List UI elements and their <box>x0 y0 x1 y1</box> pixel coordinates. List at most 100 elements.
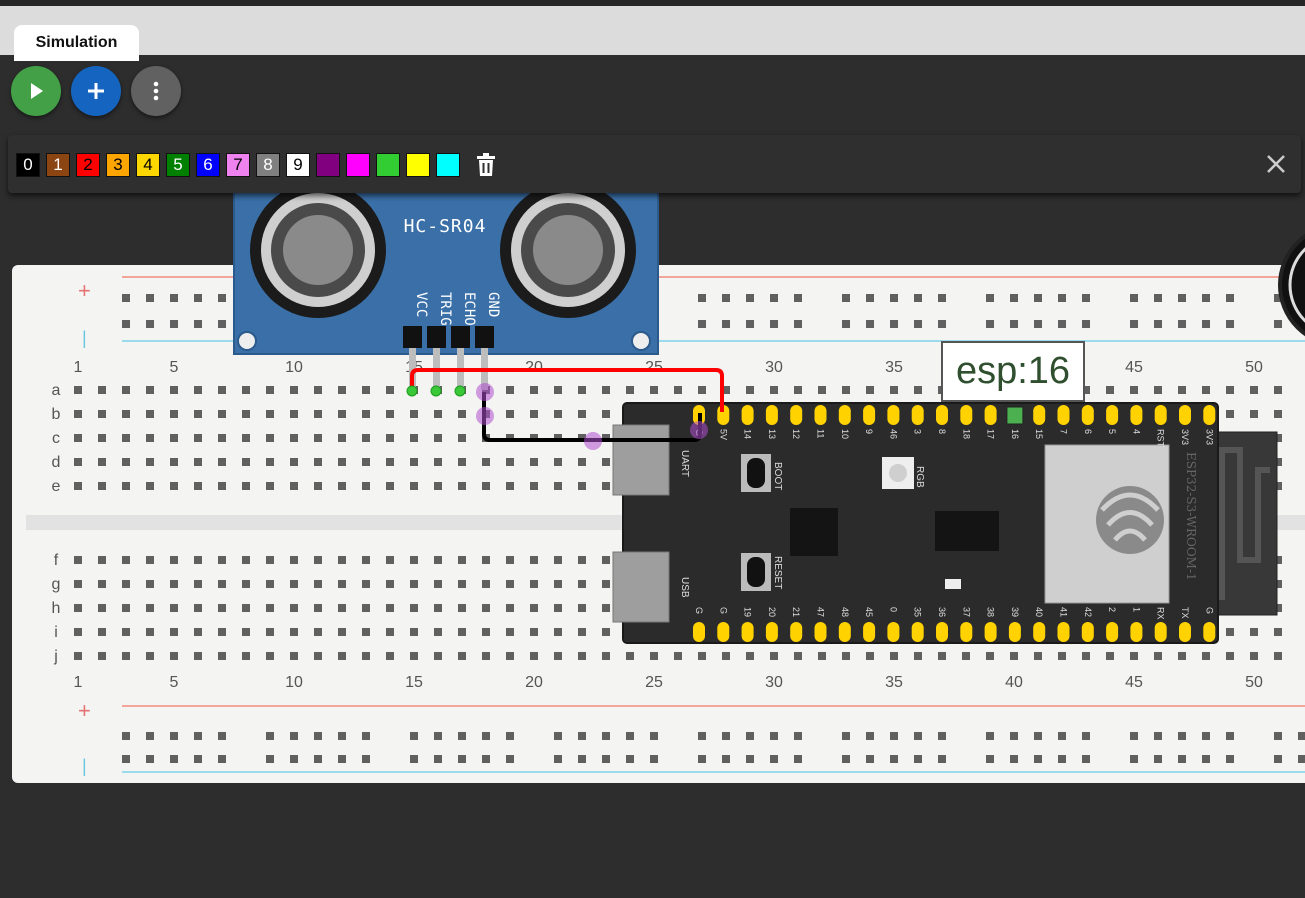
column-number: 20 <box>525 359 543 376</box>
esp-pin[interactable] <box>1057 622 1070 642</box>
terminal-hole <box>434 482 442 490</box>
color-swatch-3[interactable]: 3 <box>106 153 130 177</box>
color-swatch-c13[interactable] <box>406 153 430 177</box>
esp-pin[interactable] <box>911 622 924 642</box>
esp-pin[interactable] <box>1033 405 1046 425</box>
rail-hole <box>794 294 802 302</box>
esp-pin[interactable] <box>1057 405 1070 425</box>
color-swatch-8[interactable]: 8 <box>256 153 280 177</box>
color-swatch-7[interactable]: 7 <box>226 153 250 177</box>
color-swatch-0[interactable]: 0 <box>16 153 40 177</box>
terminal-hole <box>578 482 586 490</box>
terminal-hole <box>578 628 586 636</box>
color-swatch-4[interactable]: 4 <box>136 153 160 177</box>
rail-hole <box>506 732 514 740</box>
color-swatch-1[interactable]: 1 <box>46 153 70 177</box>
esp-pin[interactable] <box>984 405 997 425</box>
esp-pin[interactable] <box>814 622 827 642</box>
terminal-hole <box>194 556 202 564</box>
color-swatch-c14[interactable] <box>436 153 460 177</box>
esp32-s3-board[interactable]: ESP32-S3-WROOM-1UARTUSBBOOTRESETRGBG5V14… <box>612 402 1278 644</box>
esp-pin[interactable] <box>693 622 705 642</box>
esp-pin-label: 36 <box>937 607 947 617</box>
terminal-hole <box>98 410 106 418</box>
color-swatch-9[interactable]: 9 <box>286 153 310 177</box>
esp-pin[interactable] <box>863 405 876 425</box>
esp-pin[interactable] <box>960 405 973 425</box>
wire-endpoint-marker[interactable] <box>476 407 494 425</box>
esp-pin[interactable] <box>1203 622 1216 642</box>
color-swatch-5[interactable]: 5 <box>166 153 190 177</box>
esp-pin[interactable] <box>1106 405 1119 425</box>
close-icon[interactable] <box>1263 151 1289 177</box>
terminal-hole <box>458 458 466 466</box>
color-swatch-c12[interactable] <box>376 153 400 177</box>
esp-pin[interactable] <box>1081 622 1094 642</box>
esp-pin[interactable] <box>1154 622 1167 642</box>
hc-sr04-sensor[interactable]: HC-SR04 VCC TRIG ECHO GND <box>233 169 659 355</box>
terminal-hole <box>410 580 418 588</box>
color-swatch-c11[interactable] <box>346 153 370 177</box>
terminal-hole <box>146 410 154 418</box>
terminal-hole <box>506 604 514 612</box>
terminal-hole <box>290 604 298 612</box>
buzzer-part[interactable] <box>1278 225 1305 345</box>
esp-pin[interactable] <box>790 622 803 642</box>
terminal-hole <box>482 652 490 660</box>
esp-pin[interactable] <box>984 622 997 642</box>
trash-icon[interactable] <box>475 153 497 177</box>
esp-pin-highlighted[interactable] <box>1006 406 1024 425</box>
rail-hole <box>578 755 586 763</box>
esp-pin[interactable] <box>960 622 973 642</box>
color-swatch-c10[interactable] <box>316 153 340 177</box>
esp-pin[interactable] <box>936 405 948 425</box>
boot-button[interactable] <box>747 458 765 488</box>
esp-pin[interactable] <box>863 622 876 642</box>
terminal-hole <box>818 386 826 394</box>
esp-pin[interactable] <box>1154 405 1167 425</box>
esp-pin[interactable] <box>1179 622 1191 642</box>
terminal-hole <box>74 434 82 442</box>
rail-hole <box>1298 755 1305 763</box>
esp-pin[interactable] <box>1106 622 1119 642</box>
esp-pin[interactable] <box>838 405 851 425</box>
wire-endpoint-marker[interactable] <box>584 432 602 450</box>
terminal-hole <box>554 604 562 612</box>
esp-pin[interactable] <box>887 405 900 425</box>
rail-hole <box>170 320 178 328</box>
esp-pin[interactable] <box>936 622 948 642</box>
terminal-hole <box>1058 652 1066 660</box>
esp-pin[interactable] <box>790 405 803 425</box>
rail-hole <box>146 755 154 763</box>
rail-hole <box>722 755 730 763</box>
color-swatch-2[interactable]: 2 <box>76 153 100 177</box>
esp-pin[interactable] <box>1033 622 1046 642</box>
esp-pin[interactable] <box>1130 622 1143 642</box>
rail-hole <box>482 755 490 763</box>
wire-endpoint-marker[interactable] <box>690 421 708 439</box>
terminal-hole <box>386 652 394 660</box>
esp-pin[interactable] <box>814 405 827 425</box>
esp-pin[interactable] <box>911 405 924 425</box>
esp-pin[interactable] <box>765 405 778 425</box>
uart-label: UART <box>679 450 690 477</box>
esp-pin[interactable] <box>838 622 851 642</box>
terminal-hole <box>338 604 346 612</box>
esp-pin[interactable] <box>1008 622 1021 642</box>
esp-pin[interactable] <box>1081 405 1094 425</box>
esp-pin[interactable] <box>717 622 730 642</box>
swatch-label: 5 <box>173 155 183 174</box>
terminal-hole <box>410 410 418 418</box>
esp-pin[interactable] <box>887 622 900 642</box>
reset-button[interactable] <box>747 557 765 587</box>
esp-pin[interactable] <box>1203 405 1216 425</box>
terminal-hole <box>98 604 106 612</box>
esp-pin[interactable] <box>741 405 754 425</box>
rail-hole <box>986 294 994 302</box>
wire-endpoint-marker[interactable] <box>476 383 494 401</box>
esp-pin[interactable] <box>741 622 754 642</box>
color-swatch-6[interactable]: 6 <box>196 153 220 177</box>
esp-pin[interactable] <box>1179 405 1191 425</box>
esp-pin[interactable] <box>765 622 778 642</box>
esp-pin[interactable] <box>1130 405 1143 425</box>
